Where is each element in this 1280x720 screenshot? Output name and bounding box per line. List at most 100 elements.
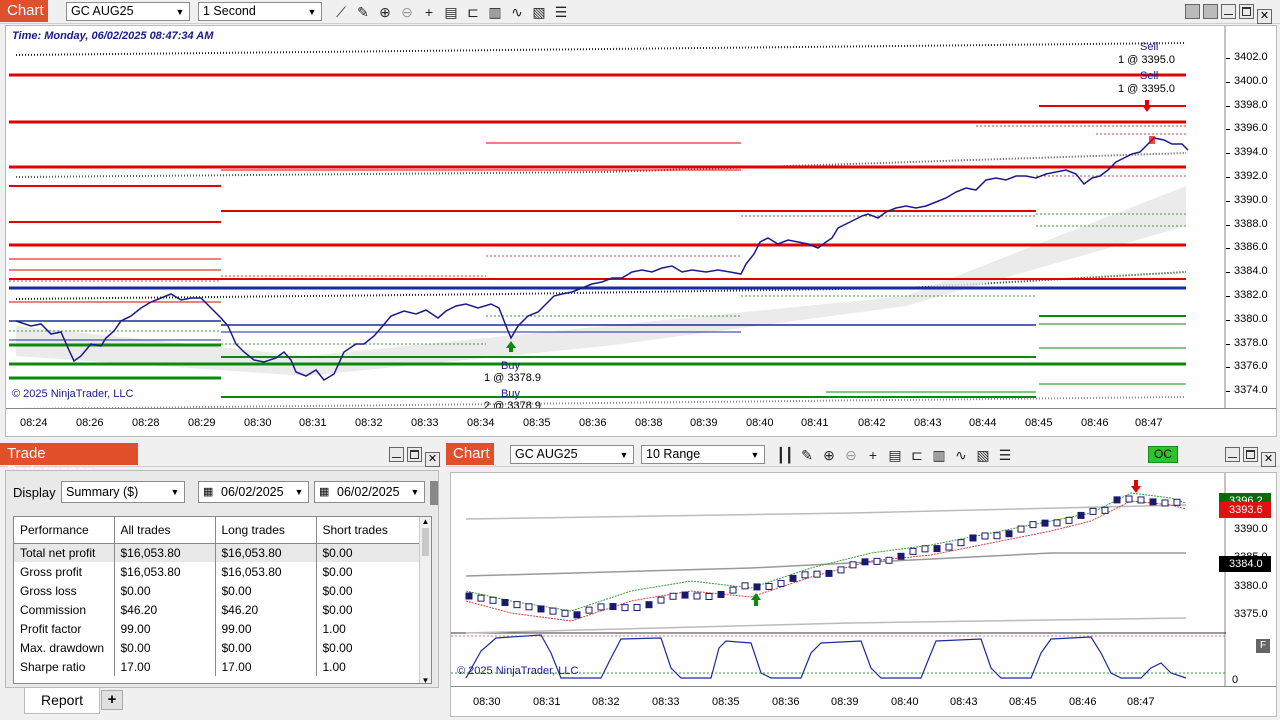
zoom-out-icon[interactable]: ⊖ (840, 444, 862, 466)
crosshair-icon[interactable]: + (862, 444, 884, 466)
panel-f-icon[interactable]: F (1256, 639, 1270, 653)
close-button[interactable]: ✕ (1257, 9, 1272, 24)
time-axis[interactable]: 08:30 08:31 08:32 08:33 08:35 08:36 08:39 08:40… (451, 687, 1226, 716)
minimize-button[interactable] (1221, 4, 1236, 19)
candle-box (993, 532, 1001, 540)
x-tick-label: 08:35 (712, 696, 740, 708)
scrollbar-thumb[interactable] (422, 528, 429, 556)
zoom-out-icon[interactable]: ⊖ (396, 1, 418, 23)
candle-box (645, 601, 653, 609)
bar-chart-icon[interactable]: ▥ (928, 444, 950, 466)
tile-icon[interactable] (1203, 4, 1218, 19)
minimize-button[interactable] (1225, 447, 1240, 462)
display-selector[interactable]: Summary ($) ▼ (61, 481, 185, 503)
bars-icon[interactable]: ┃┃ (774, 444, 796, 466)
to-date-picker[interactable]: ▦ 06/02/2025 ▼ (314, 481, 425, 503)
table-cell: Commission (14, 600, 115, 619)
x-tick-label: 08:36 (579, 417, 607, 429)
zoom-in-icon[interactable]: ⊕ (374, 1, 396, 23)
indicator-icon[interactable]: ▧ (528, 1, 550, 23)
table-cell: $0.00 (215, 638, 317, 657)
interval-selector[interactable]: 10 Range ▼ (641, 445, 765, 464)
scroll-handle[interactable] (430, 481, 438, 505)
trade-performance-tab[interactable]: Trade Performance (0, 443, 138, 480)
properties-icon[interactable]: ⊏ (462, 1, 484, 23)
table-cell: 1.00 (316, 657, 431, 676)
bottom-chart-area[interactable]: © 2025 NinjaTrader, LLC 3396.2 3393.6 33… (450, 472, 1277, 717)
chart-toolbar-icons: ⟋ ✎ ⊕ ⊖ + ▤ ⊏ ▥ ∿ ▧ ☰ (330, 1, 572, 23)
calendar-icon: ▦ (203, 486, 214, 498)
pencil-icon[interactable]: ✎ (352, 1, 374, 23)
report-tab[interactable]: Report (24, 688, 100, 714)
bar-chart-icon[interactable]: ▥ (484, 1, 506, 23)
instrument-selector[interactable]: GC AUG25 ▼ (66, 2, 190, 21)
crosshair-icon[interactable]: + (418, 1, 440, 23)
table-row[interactable]: Profit factor 99.00 99.00 1.00 (14, 619, 431, 638)
table-row[interactable]: Commission $46.20 $46.20 $0.00 (14, 600, 431, 619)
y-tick-mark (1226, 129, 1230, 131)
close-button[interactable]: ✕ (1261, 452, 1276, 467)
maximize-button[interactable] (407, 447, 422, 462)
strategy-icon[interactable]: ∿ (506, 1, 528, 23)
candle-box (1089, 507, 1097, 515)
scroll-up-icon[interactable]: ▲ (420, 517, 431, 526)
minimize-button[interactable] (389, 447, 404, 462)
from-date-picker[interactable]: ▦ 06/02/2025 ▼ (198, 481, 309, 503)
oc-button[interactable]: OC (1148, 446, 1178, 463)
y-tick-label: 3396.0 (1234, 122, 1268, 135)
data-box-icon[interactable]: ▤ (440, 1, 462, 23)
properties-icon[interactable]: ⊏ (906, 444, 928, 466)
candle-box (873, 557, 881, 565)
candle-box (861, 558, 869, 566)
candle-box (657, 596, 665, 604)
bottom-chart-tab[interactable]: Chart (446, 443, 494, 465)
strategy-icon[interactable]: ∿ (950, 444, 972, 466)
chevron-down-icon: ▼ (170, 487, 180, 497)
bottom-chart-plot (451, 473, 1226, 686)
x-tick-label: 08:43 (914, 417, 942, 429)
y-tick-mark (1226, 200, 1230, 202)
interval-selector[interactable]: 1 Second ▼ (198, 2, 322, 21)
tile-icon[interactable] (1185, 4, 1200, 19)
candle-box (501, 598, 509, 606)
y-tick-mark (1226, 105, 1230, 107)
top-chart-tab[interactable]: Chart (0, 0, 48, 22)
column-header[interactable]: Performance (14, 517, 115, 544)
table-row[interactable]: Gross profit $16,053.80 $16,053.80 $0.00 (14, 562, 431, 581)
table-row[interactable]: Gross loss $0.00 $0.00 $0.00 (14, 581, 431, 600)
instrument-selector[interactable]: GC AUG25 ▼ (510, 445, 634, 464)
line-icon[interactable]: ⟋ (330, 1, 352, 23)
x-tick-label: 08:46 (1069, 696, 1097, 708)
table-row[interactable]: Sharpe ratio 17.00 17.00 1.00 (14, 657, 431, 676)
y-tick-mark (1226, 343, 1230, 345)
column-header[interactable]: Short trades (316, 517, 431, 544)
add-tab-button[interactable]: + (101, 690, 123, 710)
top-chart-area[interactable]: Time: Monday, 06/02/2025 08:47:34 AM Sel… (5, 25, 1277, 437)
table-row[interactable]: Max. drawdown $0.00 $0.00 $0.00 (14, 638, 431, 657)
candle-box (753, 583, 761, 591)
table-row[interactable]: Total net profit $16,053.80 $16,053.80 $0.0… (14, 543, 431, 562)
list-icon[interactable]: ☰ (550, 1, 572, 23)
maximize-button[interactable] (1243, 447, 1258, 462)
zoom-in-icon[interactable]: ⊕ (818, 444, 840, 466)
table-cell: Gross loss (14, 581, 115, 600)
price-axis[interactable]: 3396.2 3393.6 3384.0 F 0 3390.0 3385.0 338… (1219, 473, 1276, 686)
maximize-button[interactable] (1239, 4, 1254, 19)
price-axis[interactable]: 3402.0 3400.0 3398.0 3396.0 3394.0 3392.0 3390… (1226, 26, 1276, 408)
pencil-icon[interactable]: ✎ (796, 444, 818, 466)
data-box-icon[interactable]: ▤ (884, 444, 906, 466)
scroll-down-icon[interactable]: ▼ (420, 676, 431, 683)
list-icon[interactable]: ☰ (994, 444, 1016, 466)
x-tick-label: 08:32 (592, 696, 620, 708)
close-button[interactable]: ✕ (425, 452, 440, 467)
time-axis[interactable]: 08:24 08:26 08:28 08:29 08:30 08:31 08:32 08:33… (6, 409, 1226, 436)
table-cell: Sharpe ratio (14, 657, 115, 676)
y-tick-label: 3384.0 (1234, 265, 1268, 278)
sell-label-2: Sell (1140, 70, 1159, 82)
table-scrollbar[interactable]: ▲ ▼ (419, 517, 431, 683)
candle-box (1005, 530, 1013, 538)
column-header[interactable]: All trades (114, 517, 216, 544)
x-tick-label: 08:33 (411, 417, 439, 429)
column-header[interactable]: Long trades (215, 517, 317, 544)
indicator-icon[interactable]: ▧ (972, 444, 994, 466)
